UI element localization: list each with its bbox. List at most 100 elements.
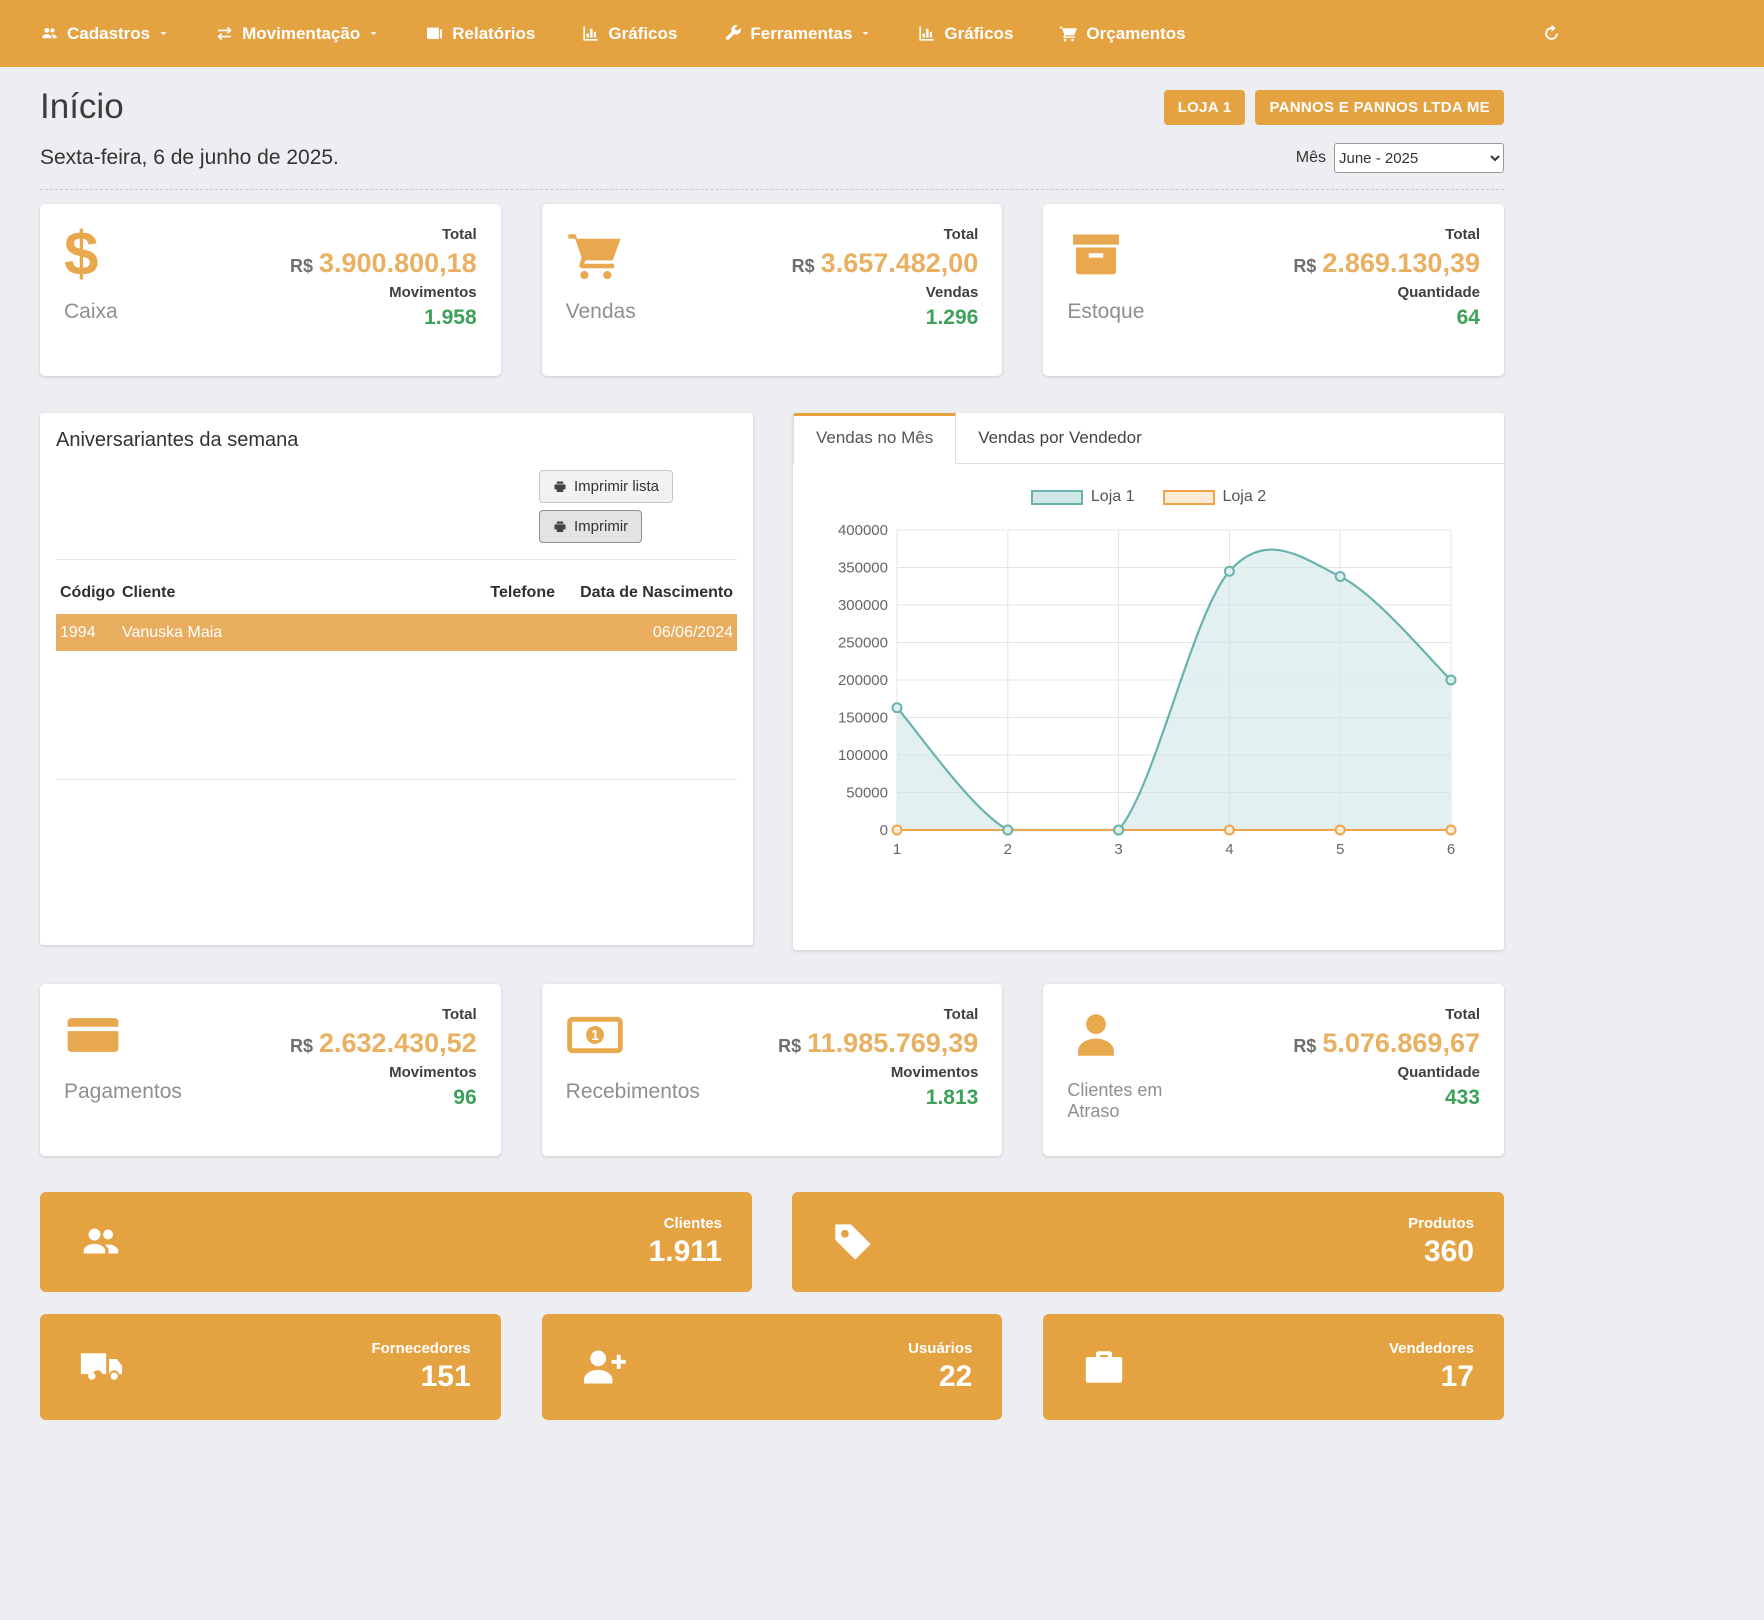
divider [56,559,737,560]
svg-text:2: 2 [1004,841,1012,858]
tile-usuarios[interactable]: Usuários 22 [542,1314,1003,1420]
tile-value: 22 [939,1360,972,1394]
svg-text:3: 3 [1114,841,1122,858]
legend-swatch-loja-1 [1031,490,1083,505]
stat-card-pagamentos: Pagamentos Total R$2.632.430,52 Moviment… [40,984,501,1156]
cell-birth-date: 06/06/2024 [559,624,737,642]
tile-label: Usuários [908,1340,972,1357]
total-label: Total [290,1006,477,1023]
svg-text:350000: 350000 [838,560,888,577]
legend-item-loja-2[interactable]: Loja 2 [1163,488,1267,506]
total-value: R$11.985.769,39 [778,1028,978,1059]
nav-item-movimentacao[interactable]: Movimentação [215,24,379,44]
tile-vendedores[interactable]: Vendedores 17 [1043,1314,1504,1420]
count-label: Movimentos [290,1064,477,1081]
count-label: Quantidade [1293,1064,1480,1081]
count-label: Vendas [792,284,979,301]
legend-item-loja-1[interactable]: Loja 1 [1031,488,1135,506]
svg-text:400000: 400000 [838,522,888,539]
total-label: Total [1293,1006,1480,1023]
nav-label: Ferramentas [750,24,852,44]
tab-vendas-por-vendedor[interactable]: Vendas por Vendedor [956,413,1164,463]
card-title: Clientes em Atraso [1067,1080,1177,1122]
chart-area: Loja 1 Loja 2 05000010000015000020000025… [793,464,1504,866]
tile-fornecedores[interactable]: Fornecedores 151 [40,1314,501,1420]
card-title: Vendas [566,300,636,324]
svg-text:200000: 200000 [838,672,888,689]
nav-label: Relatórios [452,24,535,44]
top-navbar: Cadastros Movimentação Relatórios Gráfic… [0,0,1764,67]
total-value: R$2.632.430,52 [290,1028,477,1059]
briefcase-icon [1081,1344,1127,1390]
month-select[interactable]: June - 2025 [1334,143,1504,173]
tab-vendas-no-mes[interactable]: Vendas no Mês [793,413,956,464]
column-header-telefone: Telefone [444,578,559,608]
tag-icon [830,1219,876,1265]
nav-item-graficos-1[interactable]: Gráficos [581,24,677,44]
cell-code: 1994 [56,624,118,642]
count-label: Movimentos [290,284,477,301]
print-button[interactable]: Imprimir [539,510,642,543]
money-icon: 1 [566,1006,624,1064]
chart-legend: Loja 1 Loja 2 [827,488,1470,506]
tile-value: 360 [1424,1235,1474,1269]
svg-text:150000: 150000 [838,710,888,727]
users-icon [78,1219,124,1265]
nav-item-graficos-2[interactable]: Gráficos [917,24,1013,44]
user-plus-icon [580,1344,626,1390]
card-title: Recebimentos [566,1080,700,1104]
sales-chart-panel: Vendas no Mês Vendas por Vendedor Loja 1… [793,413,1504,950]
total-label: Total [290,226,477,243]
tile-value: 151 [421,1360,471,1394]
cart-icon [1059,24,1078,43]
column-header-cliente: Cliente [118,578,444,608]
nav-item-relatorios[interactable]: Relatórios [425,24,535,44]
bar-chart-icon [917,24,936,43]
svg-text:6: 6 [1447,841,1455,858]
total-label: Total [1293,226,1480,243]
tile-value: 17 [1441,1360,1474,1394]
count-value: 1.958 [290,306,477,330]
truck-icon [78,1344,124,1390]
refresh-icon[interactable] [1542,24,1561,43]
store-button[interactable]: LOJA 1 [1164,90,1246,125]
current-date-text: Sexta-feira, 6 de junho de 2025. [40,146,339,170]
tile-value: 1.911 [649,1235,722,1269]
report-icon [425,24,444,43]
total-label: Total [778,1006,978,1023]
company-button[interactable]: PANNOS E PANNOS LTDA ME [1255,90,1504,125]
chevron-down-icon [860,28,871,39]
svg-text:300000: 300000 [838,597,888,614]
cell-client: Vanuska Maia [118,624,444,642]
sales-chart: 0500001000001500002000002500003000003500… [827,518,1467,866]
tile-clientes[interactable]: Clientes 1.911 [40,1192,752,1292]
stat-card-clientes-em-atraso: Clientes em Atraso Total R$5.076.869,67 … [1043,984,1504,1156]
nav-label: Orçamentos [1086,24,1185,44]
column-header-codigo: Código [56,578,118,608]
chevron-down-icon [368,28,379,39]
nav-item-cadastros[interactable]: Cadastros [40,24,169,44]
total-value: R$5.076.869,67 [1293,1028,1480,1059]
svg-text:1: 1 [893,841,901,858]
svg-text:0: 0 [880,822,888,839]
count-value: 96 [290,1086,477,1110]
table-header-row: Código Cliente Telefone Data de Nascimen… [56,578,737,608]
credit-card-icon [64,1006,122,1064]
svg-text:100000: 100000 [838,747,888,764]
svg-text:1: 1 [591,1028,599,1044]
wrench-icon [723,24,742,43]
page-title: Início [40,87,124,127]
nav-label: Gráficos [944,24,1013,44]
month-label: Mês [1296,149,1326,167]
tile-produtos[interactable]: Produtos 360 [792,1192,1504,1292]
birthdays-title: Aniversariantes da semana [56,429,737,452]
nav-item-orcamentos[interactable]: Orçamentos [1059,24,1185,44]
count-value: 433 [1293,1086,1480,1110]
table-row[interactable]: 1994 Vanuska Maia 06/06/2024 [56,614,737,651]
nav-item-ferramentas[interactable]: Ferramentas [723,24,871,44]
bar-chart-icon [581,24,600,43]
print-list-button[interactable]: Imprimir lista [539,470,673,503]
stat-card-vendas: Vendas Total R$3.657.482,00 Vendas 1.296 [542,204,1003,376]
birthdays-table: Código Cliente Telefone Data de Nascimen… [56,578,737,651]
count-value: 64 [1293,306,1480,330]
